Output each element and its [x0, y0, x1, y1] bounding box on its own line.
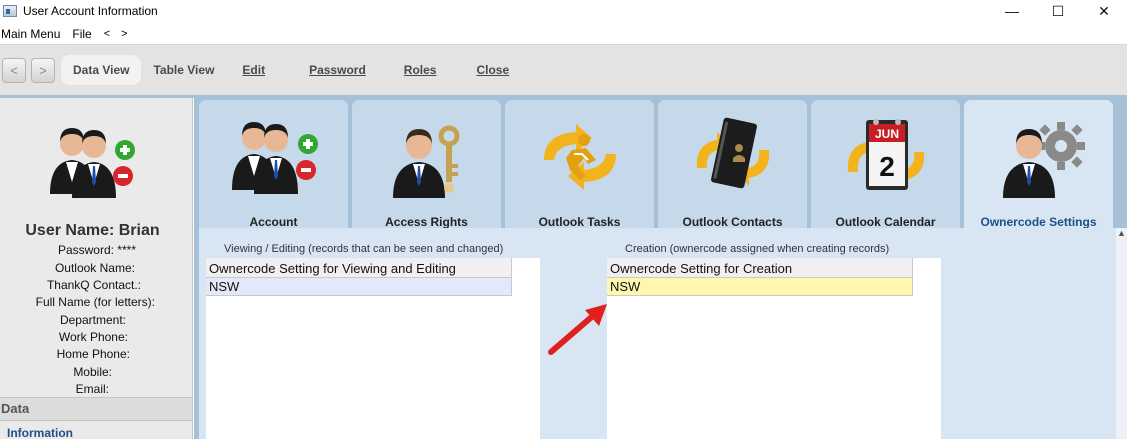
tab-access-rights-label: Access Rights [385, 215, 468, 229]
user-key-icon [393, 125, 460, 198]
creation-row[interactable]: NSW [607, 278, 913, 296]
close-window-button[interactable]: ✕ [1081, 0, 1127, 22]
home-phone-label: Home Phone: [56, 347, 130, 361]
table-view-button[interactable]: Table View [141, 55, 226, 85]
department-label: Department: [59, 313, 126, 327]
app-icon [3, 5, 17, 17]
red-arrow-annotation [548, 304, 607, 355]
full-name-label: Full Name (for letters): [35, 295, 155, 309]
menu-file[interactable]: File [72, 27, 91, 41]
data-section-header[interactable]: Data [0, 397, 192, 421]
edit-button[interactable]: Edit [226, 55, 277, 85]
outlook-name-label: Outlook Name: [54, 261, 135, 275]
viewing-group-title: Viewing / Editing (records that can be s… [224, 243, 504, 255]
tab-outlook-tasks-label: Outlook Tasks [538, 215, 621, 229]
password-label: Password: **** [57, 243, 136, 257]
users-add-remove-icon [50, 128, 135, 198]
back-button[interactable]: < [2, 57, 26, 83]
minimize-button[interactable]: — [989, 0, 1035, 22]
creation-column-header[interactable]: Ownercode Setting for Creation [607, 258, 913, 278]
side-scrollbar[interactable]: ▲ [1116, 228, 1127, 439]
tab-outlook-tasks[interactable]: Outlook Tasks [505, 100, 654, 231]
title-bar: User Account Information — ☐ ✕ [0, 0, 1127, 22]
window-title: User Account Information [23, 4, 158, 18]
tab-outlook-contacts-label: Outlook Contacts [682, 215, 783, 229]
user-name: User Name: Brian [25, 222, 160, 239]
menu-back-arrow[interactable]: < [104, 28, 110, 40]
data-view-button[interactable]: Data View [61, 55, 142, 85]
edit-button-label: Edit [242, 63, 266, 77]
tab-account[interactable]: Account [199, 100, 348, 231]
tab-outlook-calendar[interactable]: JUN 2 Outlook Calendar [811, 100, 960, 231]
roles-button[interactable]: Roles [378, 55, 449, 85]
calendar-month-text: JUN [875, 127, 899, 141]
tab-ownercode-settings[interactable]: Ownercode Settings [964, 100, 1113, 231]
tab-access-rights[interactable]: Access Rights [352, 100, 501, 231]
menu-forward-arrow[interactable]: > [121, 28, 127, 40]
password-button-label: Password [309, 63, 366, 77]
menu-main-menu[interactable]: Main Menu [1, 27, 60, 41]
user-gear-icon [1003, 122, 1085, 198]
viewing-column-header[interactable]: Ownercode Setting for Viewing and Editin… [206, 258, 512, 278]
email-label: Email: [75, 382, 109, 396]
viewing-grid: Ownercode Setting for Viewing and Editin… [206, 258, 540, 439]
window-controls: — ☐ ✕ [989, 0, 1127, 22]
work-phone-label: Work Phone: [58, 330, 128, 344]
user-summary-panel: User Name: Brian Password: **** Outlook … [0, 98, 193, 439]
contacts-sync-icon [696, 117, 770, 189]
tab-account-label: Account [249, 215, 298, 229]
mobile-label: Mobile: [73, 365, 112, 379]
scroll-up-icon[interactable]: ▲ [1117, 228, 1126, 238]
roles-button-label: Roles [403, 63, 437, 77]
creation-grid: Ownercode Setting for Creation NSW [607, 258, 941, 439]
close-button-label: Close [476, 63, 510, 77]
users-add-remove-icon [232, 122, 318, 194]
tasks-sync-icon [544, 124, 616, 190]
forward-button[interactable]: > [31, 57, 55, 83]
tab-ownercode-settings-label: Ownercode Settings [980, 215, 1097, 229]
creation-group-title: Creation (ownercode assigned when creati… [625, 243, 890, 255]
calendar-day-text: 2 [879, 151, 895, 182]
menu-bar: Main Menu File < > [0, 24, 139, 44]
tab-outlook-contacts[interactable]: Outlook Contacts [658, 100, 807, 231]
password-button[interactable]: Password [277, 55, 378, 85]
close-button[interactable]: Close [448, 55, 521, 85]
thankq-contact-label: ThankQ Contact.: [46, 278, 141, 292]
viewing-row[interactable]: NSW [206, 278, 512, 296]
ownercode-content: Viewing / Editing (records that can be s… [199, 228, 1116, 439]
toolbar: < > Data View Table View Edit Password R… [0, 44, 1127, 95]
maximize-button[interactable]: ☐ [1035, 0, 1081, 22]
information-link[interactable]: Information [7, 426, 73, 439]
calendar-sync-icon: JUN 2 [847, 119, 925, 190]
main-area: Account Access Rights Outlook Tasks Outl… [194, 98, 1127, 439]
tab-outlook-calendar-label: Outlook Calendar [835, 215, 936, 229]
